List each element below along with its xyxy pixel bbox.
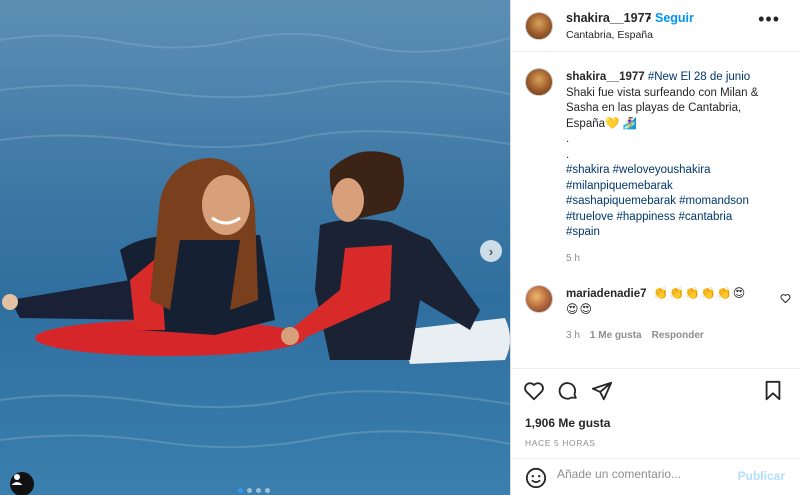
like-button[interactable] [523,380,545,402]
hashtag[interactable]: #sashapiquemebarak #momandson [566,194,781,210]
caption-line: . [566,148,570,161]
emoji-button[interactable] [525,467,547,489]
reply-button[interactable]: Responder [652,330,704,341]
post-side-panel: shakira__1977 • Seguir Cantabria, España… [510,0,800,495]
hashtag[interactable]: #truelove #happiness #cantabria [566,210,781,226]
comment-like-button[interactable] [780,291,791,309]
caption-username[interactable]: shakira__1977 [566,71,645,83]
caption-timestamp: 5 h [566,253,580,264]
likes-count[interactable]: 1,906 Me gusta [525,416,610,430]
comment-username[interactable]: mariadenadie7 [566,288,647,300]
carousel-dot [265,488,270,493]
hashtag[interactable]: #milanpiquemebarak [566,179,781,195]
comment-button[interactable] [557,380,579,402]
next-image-button[interactable]: › [480,240,502,262]
surf-photo-illustration [0,32,510,449]
save-button[interactable] [763,380,783,402]
separator-dot: • [647,11,652,25]
publish-button[interactable]: Publicar [738,469,785,483]
avatar[interactable] [525,68,553,96]
post-location[interactable]: Cantabria, España [566,29,653,41]
post-photo[interactable]: › [0,0,510,495]
caption-line: España💛 🏄‍♀️ [566,117,637,130]
user-tag-icon [11,474,23,485]
avatar[interactable] [525,285,553,313]
more-icon[interactable]: ••• [758,10,780,28]
carousel-dot [256,488,261,493]
user-tag-button[interactable] [10,472,34,495]
hashtag[interactable]: #spain [566,225,781,241]
share-button[interactable] [591,380,613,402]
share-icon [591,381,613,401]
avatar[interactable] [525,12,553,40]
caption-line: Shaki fue vista surfeando con Milan & [566,86,759,99]
post-timestamp: HACE 5 HORAS [525,438,596,448]
follow-button[interactable]: Seguir [655,11,694,25]
comment-timestamp: 3 h [566,330,580,341]
add-comment-bar: Publicar [511,458,800,495]
caption-line: . [566,133,570,145]
post-header: shakira__1977 • Seguir Cantabria, España… [511,0,800,52]
caption-text: shakira__1977 #New El 28 de junio Shaki … [566,70,781,241]
hashtag[interactable]: #shakira #weloveyoushakira [566,163,781,179]
caption-line: Sasha en las playas de Cantabria, [566,102,742,114]
bookmark-icon [765,380,781,401]
heart-icon [780,294,791,304]
hashtag[interactable]: #New El 28 de junio [648,71,750,83]
emoji-icon [525,467,547,489]
carousel-indicator [238,488,270,493]
carousel-dot [238,488,243,493]
comment-input[interactable] [557,467,727,481]
comment-meta: 3 h 1 Me gusta Responder [566,330,704,341]
next-icon: › [488,243,494,259]
carousel-dot [247,488,252,493]
comment-icon [558,382,577,400]
comment-text: 👏👏👏👏👏😍 [653,286,747,300]
comment-text: 😍😍 [566,302,594,316]
post-username[interactable]: shakira__1977 [566,11,652,25]
post-actions: 1,906 Me gusta HACE 5 HORAS Publicar [511,368,800,495]
comment-likes[interactable]: 1 Me gusta [590,330,642,341]
heart-icon [524,382,544,401]
